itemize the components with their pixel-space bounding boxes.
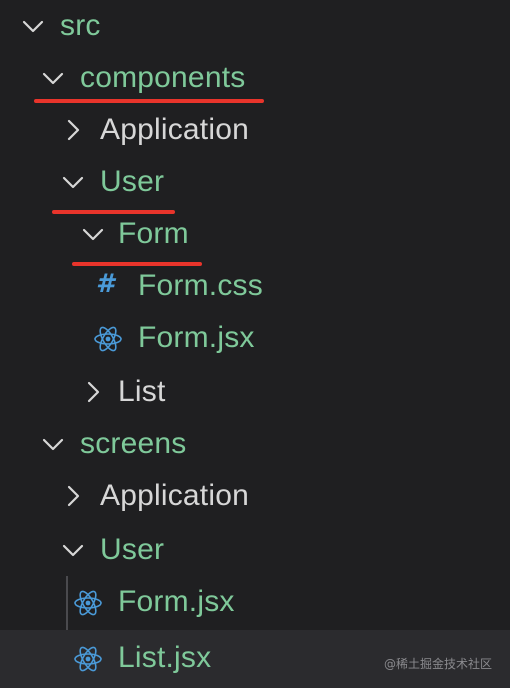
tree-item-components-application[interactable]: Application	[0, 104, 510, 156]
tree-item-src[interactable]: src	[0, 0, 510, 52]
css-hash-icon: #	[96, 269, 115, 299]
tree-item-screens[interactable]: screens	[0, 418, 510, 470]
tree-item-label: Form.jsx	[138, 321, 255, 354]
chevron-right-icon[interactable]	[60, 117, 86, 143]
tree-item-label: List.jsx	[118, 641, 212, 674]
tree-item-form-folder[interactable]: Form	[0, 208, 510, 260]
react-icon	[72, 587, 104, 619]
tree-item-label: Form	[118, 217, 189, 250]
tree-item-form-jsx[interactable]: Form.jsx	[0, 312, 510, 364]
chevron-down-icon[interactable]	[80, 221, 106, 247]
watermark: @稀土掘金技术社区	[383, 657, 492, 671]
file-explorer-tree: src components Application User Form # F…	[0, 0, 510, 688]
chevron-down-icon[interactable]	[60, 169, 86, 195]
chevron-right-icon[interactable]	[80, 379, 106, 405]
chevron-right-icon[interactable]	[60, 483, 86, 509]
tree-item-label: screens	[80, 427, 187, 460]
tree-item-form-css[interactable]: # Form.css	[0, 260, 510, 312]
tree-item-label: List	[118, 375, 166, 408]
chevron-down-icon[interactable]	[60, 537, 86, 563]
tree-item-screens-form-jsx[interactable]: Form.jsx	[0, 576, 510, 628]
tree-item-label: Application	[100, 113, 249, 146]
react-icon	[72, 643, 104, 675]
chevron-down-icon[interactable]	[40, 65, 66, 91]
tree-item-label: components	[80, 61, 246, 94]
tree-item-components-user[interactable]: User	[0, 156, 510, 208]
tree-item-label: User	[100, 533, 165, 566]
annotation-underline	[34, 99, 264, 103]
tree-item-label: User	[100, 165, 165, 198]
tree-item-label: Form.css	[138, 269, 263, 302]
tree-item-screens-application[interactable]: Application	[0, 470, 510, 522]
chevron-down-icon[interactable]	[20, 13, 46, 39]
tree-item-label: Application	[100, 479, 249, 512]
react-icon	[92, 323, 124, 355]
tree-item-screens-user[interactable]: User	[0, 524, 510, 576]
chevron-down-icon[interactable]	[40, 431, 66, 457]
tree-item-label: Form.jsx	[118, 585, 235, 618]
tree-item-list-folder[interactable]: List	[0, 366, 510, 418]
tree-item-components[interactable]: components	[0, 52, 510, 104]
tree-item-label: src	[60, 9, 101, 42]
